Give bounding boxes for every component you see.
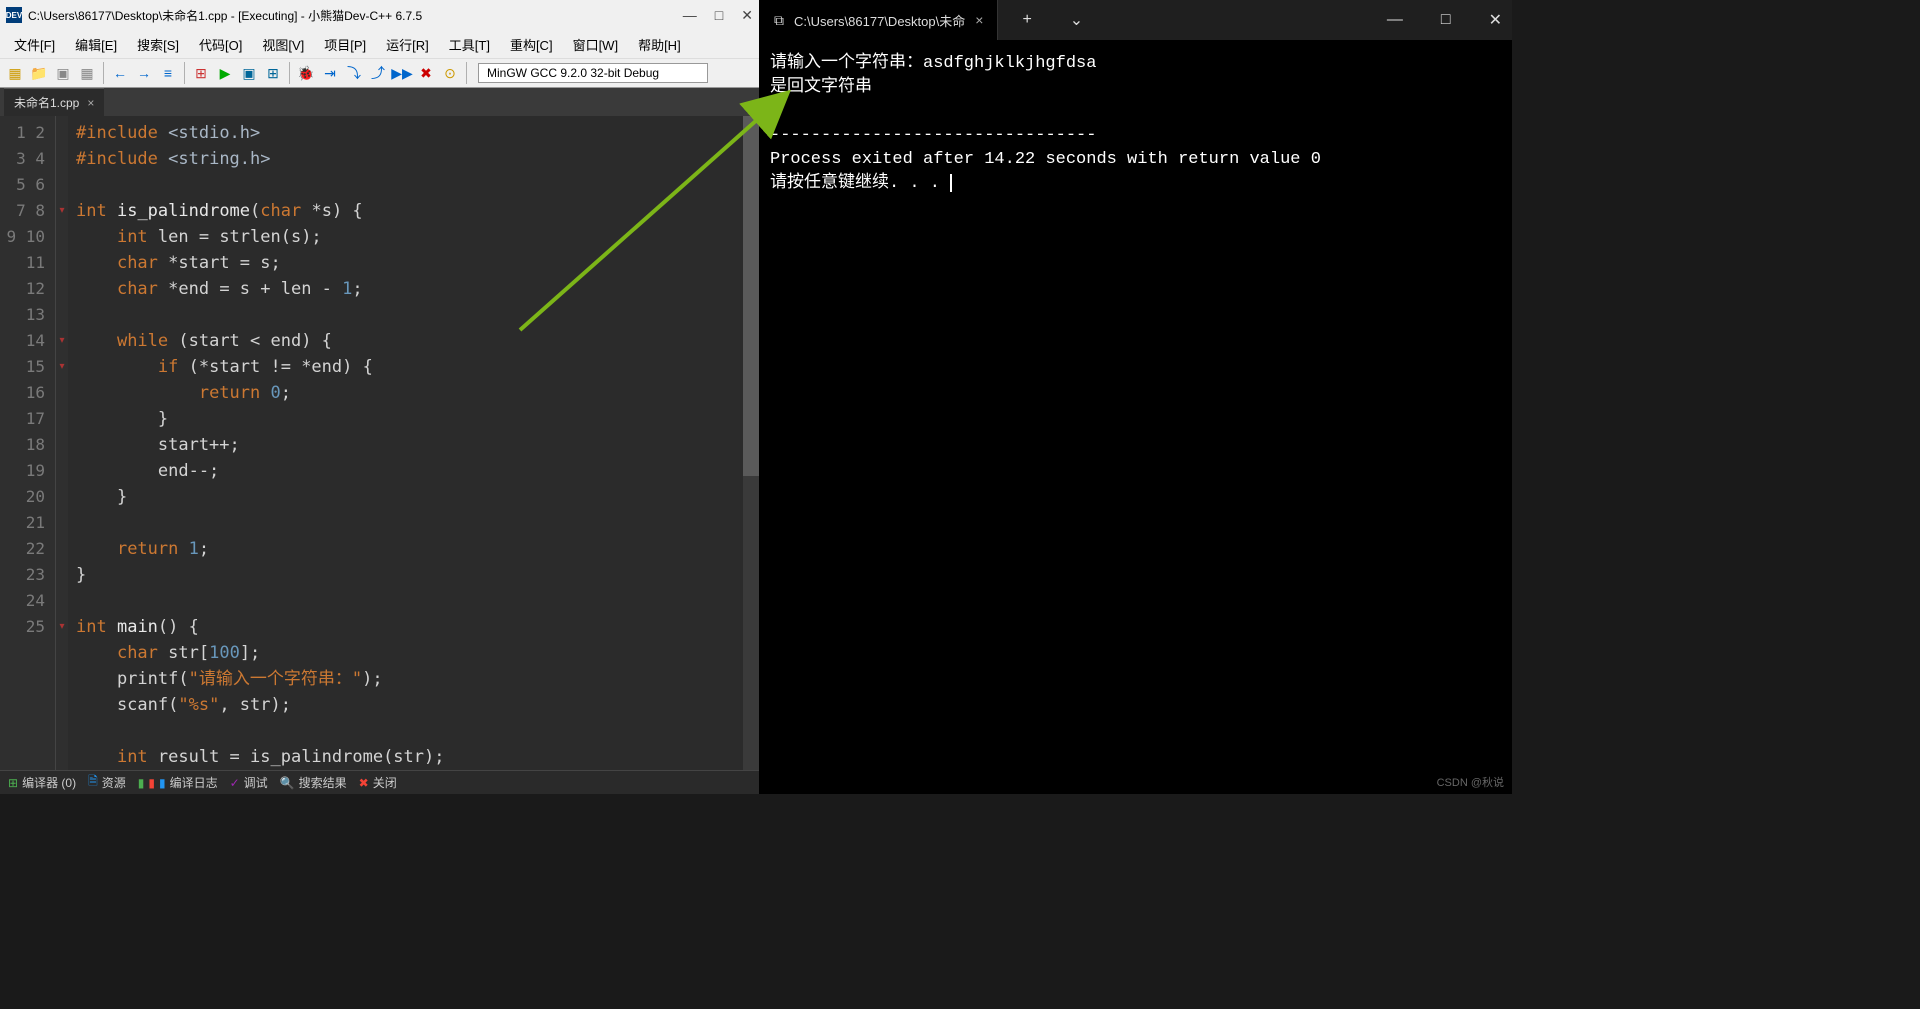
step-over-icon[interactable]: ⇥ xyxy=(319,62,341,84)
run-icon[interactable]: ▶ xyxy=(214,62,236,84)
menu-project[interactable]: 项目[P] xyxy=(314,31,376,58)
file-tab-label: 未命名1.cpp xyxy=(14,94,79,111)
terminal-maximize-button[interactable]: □ xyxy=(1431,11,1461,29)
menu-view[interactable]: 视图[V] xyxy=(252,31,314,58)
app-icon: DEV xyxy=(6,7,22,23)
status-resource[interactable]: 🗎资源 xyxy=(84,772,130,793)
menu-run[interactable]: 运行[R] xyxy=(376,31,439,58)
terminal-icon: ⧉ xyxy=(774,12,784,29)
terminal-tab-title: C:\Users\86177\Desktop\未命 xyxy=(794,11,965,30)
menubar: 文件[F] 编辑[E] 搜索[S] 代码[O] 视图[V] 项目[P] 运行[R… xyxy=(0,30,759,58)
compiler-select[interactable]: MinGW GCC 9.2.0 32-bit Debug xyxy=(478,63,708,83)
save-icon[interactable]: ▣ xyxy=(52,62,74,84)
menu-code[interactable]: 代码[O] xyxy=(189,31,252,58)
open-folder-icon[interactable]: 📁 xyxy=(28,62,50,84)
step-out-icon[interactable]: ⤴ xyxy=(367,62,389,84)
status-compiler[interactable]: ⊞编译器 (0) xyxy=(4,774,80,791)
stop-icon[interactable]: ✖ xyxy=(415,62,437,84)
file-tab-active[interactable]: 未命名1.cpp × xyxy=(4,88,104,116)
watermark: CSDN @秋说 xyxy=(1437,774,1504,790)
terminal-close-button[interactable]: ✕ xyxy=(1479,10,1512,30)
code-area[interactable]: #include <stdio.h> #include <string.h> i… xyxy=(68,116,759,770)
terminal-window: ⧉ C:\Users\86177\Desktop\未命 × + ⌄ — □ ✕ … xyxy=(760,0,1512,794)
line-number-gutter: 1 2 3 4 5 6 7 8 9 10 11 12 13 14 15 16 1… xyxy=(0,116,56,770)
forward-icon[interactable]: → xyxy=(133,62,155,84)
menu-search[interactable]: 搜索[S] xyxy=(127,31,189,58)
terminal-output[interactable]: 请输入一个字符串：asdfghjklkjhgfdsa 是回文字符串 ------… xyxy=(760,40,1512,794)
terminal-tab-close-icon[interactable]: × xyxy=(975,12,983,28)
terminal-minimize-button[interactable]: — xyxy=(1377,11,1413,29)
menu-refactor[interactable]: 重构[C] xyxy=(500,31,563,58)
fold-gutter: ▾▾▾▾ xyxy=(56,116,68,770)
grid-icon[interactable]: ⊞ xyxy=(190,62,212,84)
tab-dropdown-icon[interactable]: ⌄ xyxy=(1060,10,1093,30)
menu-file[interactable]: 文件[F] xyxy=(4,31,65,58)
profile-icon[interactable]: ⊙ xyxy=(439,62,461,84)
status-bar: ⊞编译器 (0) 🗎资源 ▮▮▮编译日志 ✓调试 🔍搜索结果 ✖关闭 xyxy=(0,770,759,794)
code-editor[interactable]: 1 2 3 4 5 6 7 8 9 10 11 12 13 14 15 16 1… xyxy=(0,116,759,770)
ide-titlebar: DEV C:\Users\86177\Desktop\未命名1.cpp - [E… xyxy=(0,0,759,30)
terminal-tab[interactable]: ⧉ C:\Users\86177\Desktop\未命 × xyxy=(760,0,998,40)
back-icon[interactable]: ← xyxy=(109,62,131,84)
status-compile-log[interactable]: ▮▮▮编译日志 xyxy=(134,774,222,791)
minimize-button[interactable]: — xyxy=(683,7,697,24)
rebuild-icon[interactable]: ⊞ xyxy=(262,62,284,84)
menu-tools[interactable]: 工具[T] xyxy=(439,31,500,58)
status-debug[interactable]: ✓调试 xyxy=(226,774,272,791)
maximize-button[interactable]: □ xyxy=(715,7,723,24)
vertical-scrollbar[interactable] xyxy=(743,116,759,770)
scrollbar-thumb[interactable] xyxy=(743,116,759,476)
menu-window[interactable]: 窗口[W] xyxy=(563,31,629,58)
close-tab-icon[interactable]: × xyxy=(87,96,94,110)
step-into-icon[interactable]: ⤵ xyxy=(343,62,365,84)
toolbar: ▦ 📁 ▣ ▦ ← → ≡ ⊞ ▶ ▣ ⊞ 🐞 ⇥ ⤵ ⤴ ▶▶ ✖ ⊙ Min… xyxy=(0,58,759,88)
new-file-icon[interactable]: ▦ xyxy=(4,62,26,84)
list-icon[interactable]: ≡ xyxy=(157,62,179,84)
terminal-titlebar: ⧉ C:\Users\86177\Desktop\未命 × + ⌄ — □ ✕ xyxy=(760,0,1512,40)
compile-run-icon[interactable]: ▣ xyxy=(238,62,260,84)
ide-window: DEV C:\Users\86177\Desktop\未命名1.cpp - [E… xyxy=(0,0,760,794)
menu-help[interactable]: 帮助[H] xyxy=(628,31,691,58)
menu-edit[interactable]: 编辑[E] xyxy=(65,31,127,58)
new-tab-icon[interactable]: + xyxy=(1012,11,1041,29)
status-close[interactable]: ✖关闭 xyxy=(355,774,401,791)
close-button[interactable]: ✕ xyxy=(741,7,753,24)
window-title: C:\Users\86177\Desktop\未命名1.cpp - [Execu… xyxy=(28,7,683,24)
continue-icon[interactable]: ▶▶ xyxy=(391,62,413,84)
file-tabs: 未命名1.cpp × xyxy=(0,88,759,116)
save-all-icon[interactable]: ▦ xyxy=(76,62,98,84)
status-search-result[interactable]: 🔍搜索结果 xyxy=(276,774,351,791)
debug-icon[interactable]: 🐞 xyxy=(295,62,317,84)
